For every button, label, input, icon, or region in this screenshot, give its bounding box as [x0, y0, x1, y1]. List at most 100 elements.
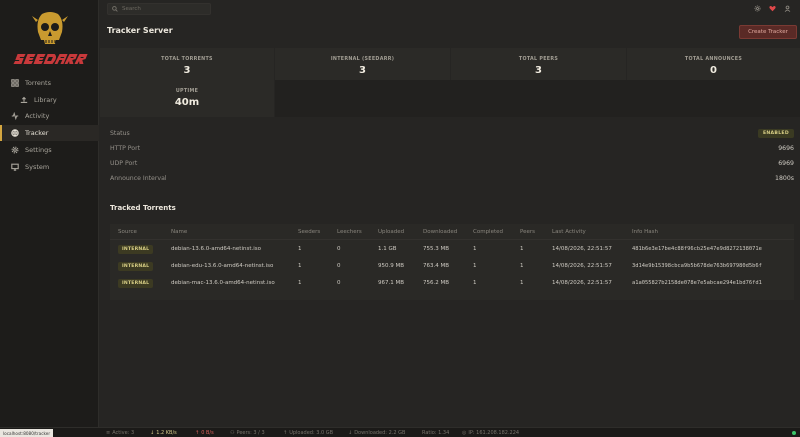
last-activity: 14/08/2026, 22:51:57: [552, 246, 612, 252]
globe-icon: [10, 128, 20, 138]
search-icon: [112, 6, 118, 12]
page-title: Tracker Server: [107, 26, 173, 35]
downloaded: 755.3 MB: [423, 246, 450, 252]
status-uploaded: ↑ Uploaded: 3.0 GB: [283, 428, 333, 437]
sidebar-item-library[interactable]: Library: [0, 92, 99, 108]
info-hash: 481b6e3e17be4c88f96cb25e47e9d8272138071e: [632, 246, 762, 252]
user-icon[interactable]: [783, 4, 792, 13]
status-upload-speed: ↑ 0 B/s: [195, 428, 214, 437]
search-input[interactable]: [122, 6, 202, 12]
sidebar-item-torrents[interactable]: Torrents: [0, 75, 99, 91]
gear-icon: [10, 145, 20, 155]
stat-internal: INTERNAL (SEEDARR) 3: [275, 48, 450, 80]
info-hash: 3d14e9b15398cbca9b5b678de763b697980d5b6f: [632, 263, 762, 269]
completed: 1: [473, 246, 477, 252]
seeders: 1: [298, 246, 302, 252]
sidebar-item-label: Settings: [25, 146, 52, 154]
torrent-name: debian-edu-13.6.0-amd64-netinst.iso: [171, 263, 274, 269]
status-text: Downloaded: 2.2 GB: [354, 430, 406, 436]
stat-total-announces: TOTAL ANNOUNCES 0: [627, 48, 800, 80]
stat-uptime: UPTIME 40m: [100, 80, 274, 117]
col-uploaded[interactable]: Uploaded: [378, 224, 404, 240]
sidebar-item-label: Torrents: [25, 79, 51, 87]
table-row[interactable]: INTERNAL debian-mac-13.6.0-amd64-netinst…: [110, 275, 794, 291]
stat-label: TOTAL TORRENTS: [161, 57, 213, 62]
create-tracker-button[interactable]: Create Tracker: [739, 25, 797, 39]
main-content: Tracker Server Create Tracker TOTAL TORR…: [100, 18, 800, 427]
col-leechers[interactable]: Leechers: [337, 224, 362, 240]
info-announce-interval-row: Announce Interval 1800s: [110, 172, 794, 185]
status-bar: localhost:8080/tracker ≡ Active: 3 ↓ 1.2 K…: [0, 427, 800, 437]
monitor-icon: [10, 162, 20, 172]
downloaded: 763.4 MB: [423, 263, 450, 269]
download-icon: ↓: [348, 430, 353, 436]
info-label: UDP Port: [110, 160, 138, 167]
sidebar-item-activity[interactable]: Activity: [0, 108, 99, 124]
settings-gear-icon[interactable]: [753, 4, 762, 13]
stat-value: 3: [183, 65, 191, 76]
stat-label: TOTAL PEERS: [518, 57, 559, 62]
col-completed[interactable]: Completed: [473, 224, 503, 240]
table-row[interactable]: INTERNAL debian-edu-13.6.0-amd64-netinst…: [110, 258, 794, 274]
download-arrow-icon: ↓: [150, 430, 155, 436]
leechers: 0: [337, 263, 341, 269]
status-text: Uploaded: 3.0 GB: [289, 430, 334, 436]
sidebar-item-tracker[interactable]: Tracker: [0, 125, 99, 141]
info-label: Announce Interval: [110, 175, 167, 182]
status-text: Ratio: 1.34: [422, 430, 450, 436]
sidebar: Torrents Library Activity Tracker Settin…: [0, 0, 99, 427]
col-source[interactable]: Source: [118, 224, 137, 240]
topbar: [100, 0, 800, 18]
col-last-activity[interactable]: Last Activity: [552, 224, 586, 240]
stat-total-torrents: TOTAL TORRENTS 3: [100, 48, 274, 80]
status-active: ≡ Active: 3: [106, 428, 134, 437]
activity-icon: [10, 111, 20, 121]
stat-total-peers: TOTAL PEERS 3: [451, 48, 626, 80]
status-text: 0 B/s: [201, 430, 214, 436]
seeders: 1: [298, 280, 302, 286]
col-peers[interactable]: Peers: [520, 224, 535, 240]
status-text: Peers: 3 / 3: [236, 430, 265, 436]
col-downloaded[interactable]: Downloaded: [423, 224, 457, 240]
info-value: 1800s: [775, 175, 794, 182]
stat-value: 0: [710, 65, 717, 76]
sidebar-item-label: Tracker: [25, 129, 49, 137]
grid-icon: [10, 78, 20, 88]
status-ratio: Ratio: 1.34: [422, 428, 449, 437]
sidebar-item-system[interactable]: System: [0, 159, 99, 175]
upload-icon: [19, 95, 29, 105]
sidebar-item-settings[interactable]: Settings: [0, 142, 99, 158]
peers: 1: [520, 246, 524, 252]
col-info-hash[interactable]: Info Hash: [632, 224, 658, 240]
search-box[interactable]: [107, 3, 211, 15]
info-value: 9696: [778, 145, 794, 152]
uploaded: 967.1 MB: [378, 280, 405, 286]
status-ip: ◎ IP: 161.208.182.224: [462, 428, 519, 437]
globe-icon: ◎: [462, 430, 467, 436]
col-seeders[interactable]: Seeders: [298, 224, 320, 240]
stat-label: UPTIME: [175, 89, 199, 94]
seedarr-logo[interactable]: [12, 10, 88, 70]
status-badge: ENABLED: [757, 129, 794, 138]
info-value: 6969: [778, 160, 794, 167]
upload-icon: ↑: [283, 430, 288, 436]
downloaded: 756.2 MB: [423, 280, 450, 286]
upload-arrow-icon: ↑: [195, 430, 200, 436]
heart-icon[interactable]: [768, 4, 777, 13]
info-label: HTTP Port: [110, 145, 141, 152]
leechers: 0: [337, 246, 341, 252]
peers-icon: ⚇: [230, 430, 235, 436]
uploaded: 1.1 GB: [378, 246, 397, 252]
info-hash: a1a055827b2158de078e7e5abcae294e1bd76fd1: [632, 280, 762, 286]
table-row[interactable]: INTERNAL debian-13.6.0-amd64-netinst.iso…: [110, 241, 794, 257]
col-name[interactable]: Name: [171, 224, 187, 240]
tracked-torrents-title: Tracked Torrents: [110, 204, 176, 212]
peers: 1: [520, 263, 524, 269]
completed: 1: [473, 280, 477, 286]
status-downloaded: ↓ Downloaded: 2.2 GB: [348, 428, 405, 437]
stat-value: 3: [535, 65, 542, 76]
peers: 1: [520, 280, 524, 286]
source-badge: INTERNAL: [118, 244, 154, 254]
seeders: 1: [298, 263, 302, 269]
sidebar-item-label: Activity: [25, 112, 50, 120]
